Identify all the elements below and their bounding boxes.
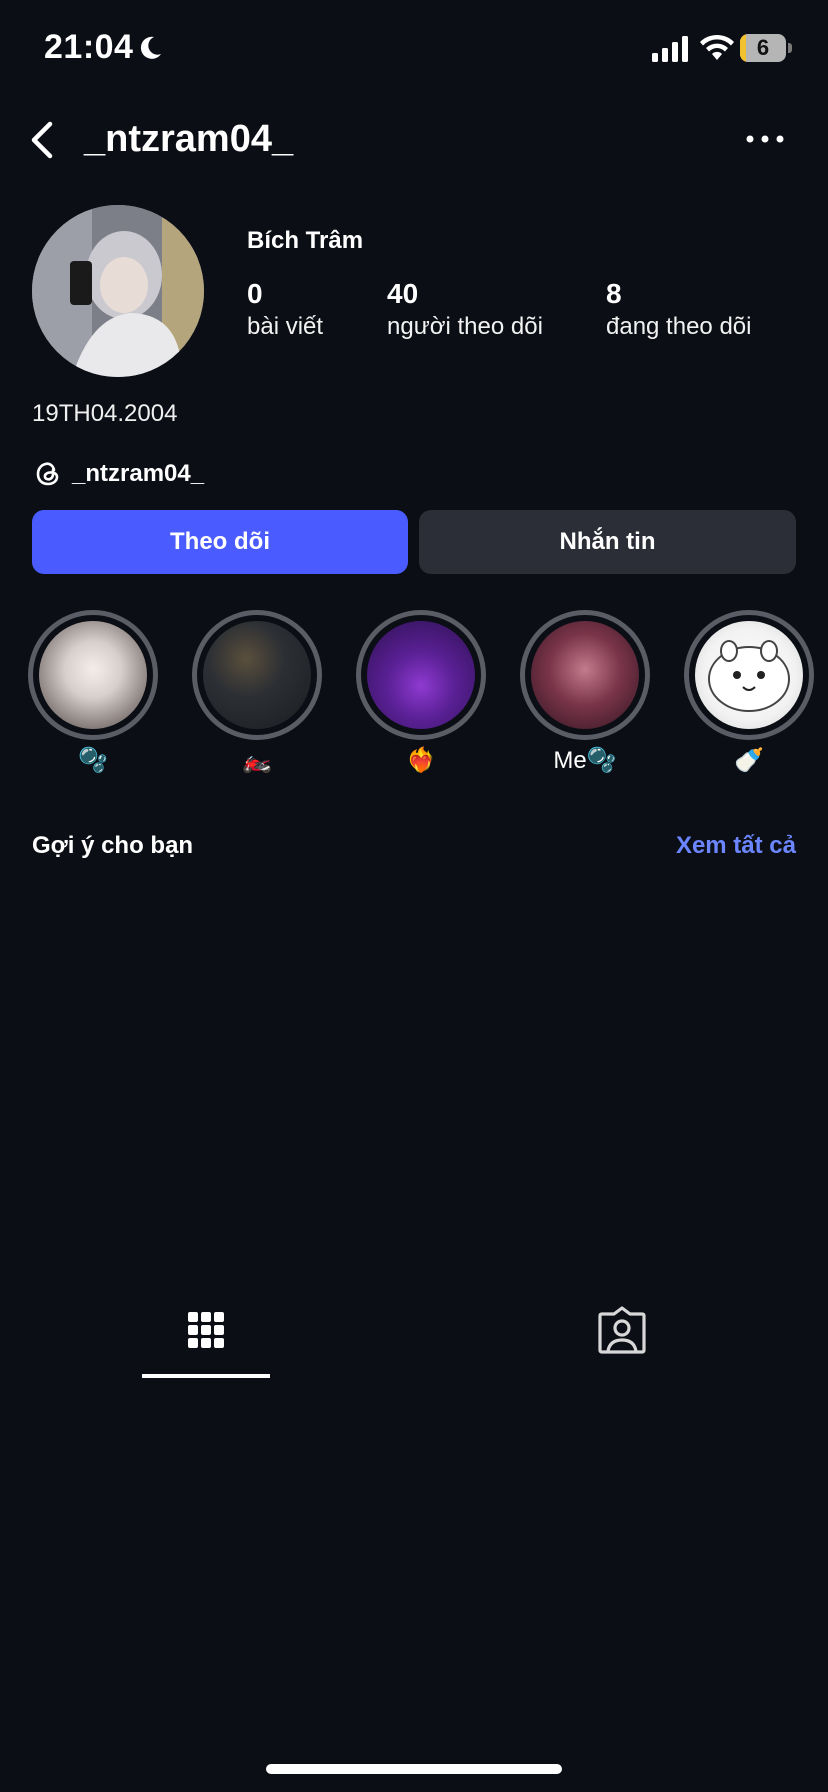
highlight-label: 🍼 [734, 747, 764, 774]
battery-body: 6 [740, 34, 786, 62]
bio-text: 19TH04.2004 [32, 400, 178, 427]
threads-handle: _ntzram04_ [72, 460, 205, 487]
message-button[interactable]: Nhắn tin [419, 510, 796, 574]
highlight-item[interactable]: 🏍️ [192, 610, 322, 780]
highlight-ring [28, 610, 158, 740]
follow-button[interactable]: Theo dõi [32, 510, 408, 574]
tab-tagged[interactable] [558, 1300, 686, 1380]
highlight-cover [367, 621, 475, 729]
stat-posts-label: bài viết [247, 313, 324, 340]
highlight-cover [695, 621, 803, 729]
highlight-item[interactable]: 🍼 [684, 610, 814, 780]
threads-link[interactable]: _ntzram04_ [32, 456, 204, 492]
stat-following-label: đang theo dõi [606, 313, 752, 340]
stat-following[interactable]: 8 đang theo dõi [606, 278, 751, 344]
highlight-ring [684, 610, 814, 740]
highlight-ring [192, 610, 322, 740]
highlight-item[interactable]: Me🫧 [520, 610, 650, 780]
highlight-item[interactable]: ❤️‍🔥 [356, 610, 486, 780]
see-all-link[interactable]: Xem tất cả [676, 832, 796, 860]
highlight-cover [39, 621, 147, 729]
threads-icon [36, 462, 59, 486]
highlight-label: ❤️‍🔥 [406, 747, 436, 774]
grid-icon [188, 1312, 224, 1348]
highlight-ring [356, 610, 486, 740]
highlight-item[interactable]: 🫧 [28, 610, 158, 780]
battery-level: 6 [756, 35, 770, 60]
stat-followers-value: 40 [387, 278, 419, 309]
battery-nub [788, 43, 792, 53]
wifi-icon [700, 34, 734, 60]
highlight-ring [520, 610, 650, 740]
more-options-button[interactable] [740, 124, 790, 154]
tagged-person-icon [598, 1306, 646, 1354]
highlight-cover [531, 621, 639, 729]
active-tab-indicator [142, 1374, 270, 1378]
stat-posts[interactable]: 0 bài viết [247, 278, 323, 344]
status-bar: 21:04 6 [0, 0, 828, 100]
avatar-image [32, 205, 204, 377]
stat-followers[interactable]: 40 người theo dõi [387, 278, 543, 344]
status-time: 21:04 [44, 28, 134, 66]
home-indicator [266, 1764, 562, 1774]
back-button[interactable] [24, 118, 64, 162]
suggested-title: Gợi ý cho bạn [32, 832, 194, 859]
battery-icon: 6 [740, 34, 792, 62]
avatar[interactable] [32, 205, 204, 377]
page-title: _ntzram04_ [84, 118, 294, 160]
highlight-label: 🫧 [78, 747, 108, 774]
highlight-sticker [708, 640, 790, 712]
tab-posts-grid[interactable] [142, 1300, 270, 1380]
display-name: Bích Trâm [247, 227, 364, 254]
signal-icon [652, 36, 688, 62]
highlight-cover [203, 621, 311, 729]
stat-posts-value: 0 [247, 278, 263, 309]
stat-followers-label: người theo dõi [387, 313, 543, 340]
highlight-label: Me🫧 [553, 747, 617, 774]
moon-icon [140, 36, 161, 59]
highlight-label: 🏍️ [242, 747, 272, 774]
stat-following-value: 8 [606, 278, 622, 309]
